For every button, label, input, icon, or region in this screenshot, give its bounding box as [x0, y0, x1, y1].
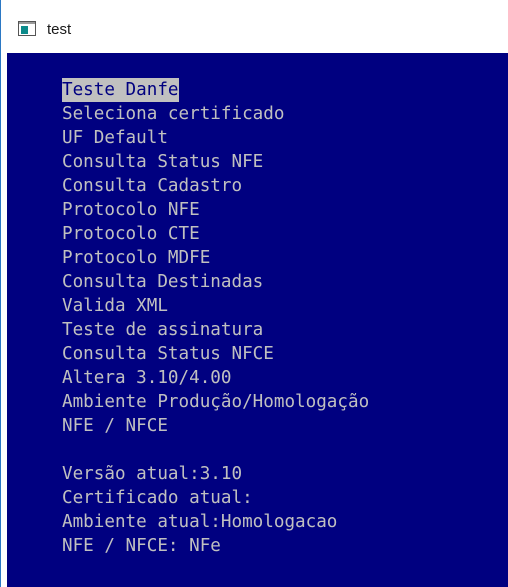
console-window: test Teste Danfe Seleciona certificado U…	[0, 0, 508, 587]
window-title: test	[47, 21, 72, 38]
status-version: Versão atual:3.10	[62, 464, 243, 484]
menu-item-valida-xml[interactable]: Valida XML	[62, 294, 168, 318]
status-certificate: Certificado atual:	[62, 488, 253, 508]
menu-item-altera-versao[interactable]: Altera 3.10/4.00	[62, 366, 231, 390]
menu-item-uf-default[interactable]: UF Default	[62, 126, 168, 150]
title-bar[interactable]: test	[1, 0, 508, 52]
menu-item-protocolo-cte[interactable]: Protocolo CTE	[62, 222, 200, 246]
menu-item-ambiente[interactable]: Ambiente Produção/Homologação	[62, 390, 369, 414]
status-document-type: NFE / NFCE: NFe	[62, 536, 221, 556]
menu-item-teste-danfe[interactable]: Teste Danfe	[62, 78, 179, 102]
menu-item-consulta-cadastro[interactable]: Consulta Cadastro	[62, 174, 242, 198]
console-app-icon	[18, 21, 36, 36]
menu-item-consulta-status-nfe[interactable]: Consulta Status NFE	[62, 150, 263, 174]
menu-item-protocolo-nfe[interactable]: Protocolo NFE	[62, 198, 200, 222]
menu-item-teste-assinatura[interactable]: Teste de assinatura	[62, 318, 263, 342]
status-environment: Ambiente atual:Homologacao	[62, 512, 338, 532]
menu-item-consulta-destinadas[interactable]: Consulta Destinadas	[62, 270, 263, 294]
console-area[interactable]: Teste Danfe Seleciona certificado UF Def…	[7, 53, 508, 587]
menu-item-consulta-status-nfce[interactable]: Consulta Status NFCE	[62, 342, 274, 366]
menu-item-protocolo-mdfe[interactable]: Protocolo MDFE	[62, 246, 210, 270]
menu-item-nfe-nfce[interactable]: NFE / NFCE	[62, 414, 168, 438]
menu-item-seleciona-certificado[interactable]: Seleciona certificado	[62, 102, 284, 126]
